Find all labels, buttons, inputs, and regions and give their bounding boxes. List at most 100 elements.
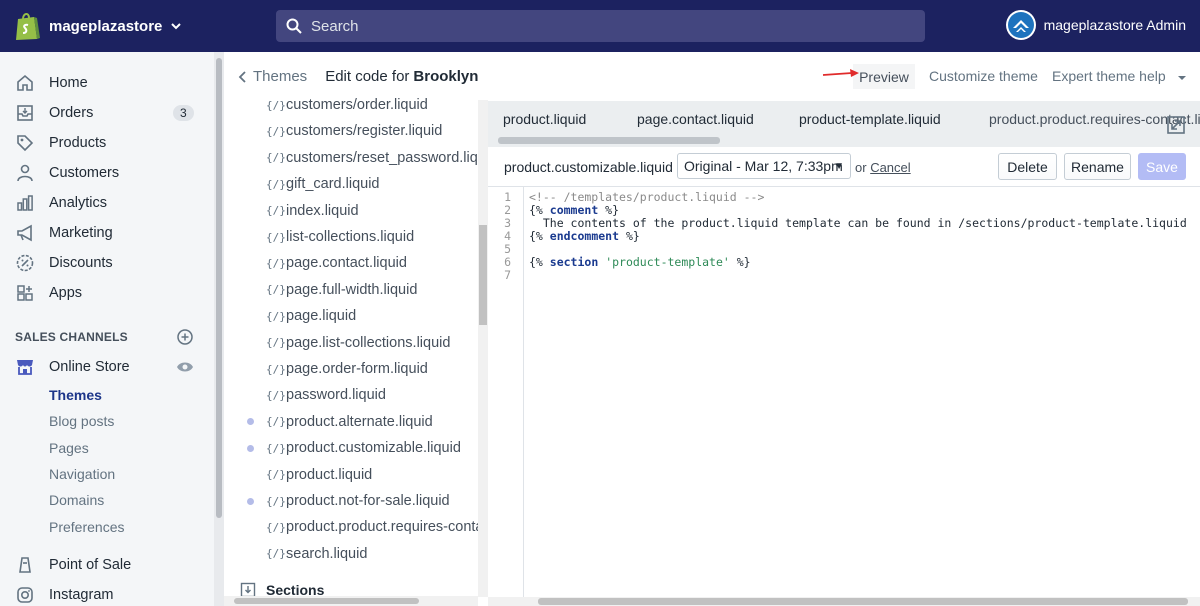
sidebar-item-apps[interactable]: Apps <box>0 278 214 308</box>
store-name: mageplazastore <box>49 17 163 35</box>
store-switcher[interactable]: mageplazastore <box>0 11 262 41</box>
or-cancel: or Cancel <box>855 160 911 175</box>
caret-down-icon <box>1177 76 1186 80</box>
liquid-file-icon: {/} <box>266 494 286 508</box>
sidebar-item-label: Instagram <box>49 586 114 603</box>
open-file-name: product.customizable.liquid <box>504 159 673 175</box>
cancel-link[interactable]: Cancel <box>870 160 910 175</box>
rename-button[interactable]: Rename <box>1064 153 1131 180</box>
tab-scrollbar[interactable] <box>488 136 1152 146</box>
sidebar-subitem-navigation[interactable]: Navigation <box>0 461 214 487</box>
tab-product-liquid[interactable]: product.liquid <box>503 111 586 127</box>
admin-name: mageplazastore Admin <box>1043 17 1186 33</box>
file-item[interactable]: {/} password.liquid <box>224 382 478 408</box>
liquid-file-icon: {/} <box>266 441 286 455</box>
file-item[interactable]: {/} customers/order.liquid <box>224 92 478 118</box>
file-item[interactable]: {/} list-collections.liquid <box>224 224 478 250</box>
sidebar: Home Orders 3 Products Customers Analyti… <box>0 52 214 606</box>
search-input[interactable]: Search <box>276 10 925 42</box>
file-item[interactable]: {/}product.product.requires-contact.liqu… <box>224 514 478 540</box>
store-icon <box>15 357 35 377</box>
red-arrow-annotation <box>822 69 859 77</box>
sidebar-subitem-domains[interactable]: Domains <box>0 487 214 513</box>
eye-icon[interactable] <box>176 360 194 374</box>
chevron-left-icon <box>238 70 246 83</box>
sidebar-item-home[interactable]: Home <box>0 68 214 98</box>
file-item[interactable]: {/} page.contact.liquid <box>224 250 478 276</box>
tab-page-contact-liquid[interactable]: page.contact.liquid <box>637 111 754 127</box>
sidebar-subitem-preferences[interactable]: Preferences <box>0 513 214 539</box>
sidebar-item-marketing[interactable]: Marketing <box>0 218 214 248</box>
file-name: page.list-collections.liquid <box>286 334 451 351</box>
page-title: Edit code for <box>325 68 410 85</box>
sidebar-scrollbar[interactable] <box>214 52 224 606</box>
code-line: {% section 'product-template' %} <box>529 255 751 269</box>
shopify-bag-icon <box>16 13 40 40</box>
delete-button[interactable]: Delete <box>998 153 1057 180</box>
sidebar-subitem-themes[interactable]: Themes <box>0 382 214 408</box>
preview-button[interactable]: Preview <box>853 64 915 89</box>
sidebar-item-label: Online Store <box>49 359 130 375</box>
file-name: customers/order.liquid <box>286 97 428 113</box>
add-channel-icon[interactable] <box>176 328 194 346</box>
sidebar-item-point-of-sale[interactable]: Point of Sale <box>0 550 214 580</box>
expand-editor-icon[interactable] <box>1165 114 1187 136</box>
save-button[interactable]: Save <box>1138 153 1186 180</box>
expert-help-label: Expert theme help <box>1052 68 1166 84</box>
sidebar-subitem-pages[interactable]: Pages <box>0 435 214 461</box>
tag-icon <box>15 133 35 153</box>
sidebar-item-online-store[interactable]: Online Store <box>0 352 214 382</box>
file-list-hscroll-thumb[interactable] <box>234 598 419 604</box>
tab-scroll-thumb[interactable] <box>498 137 720 144</box>
expert-theme-help-menu[interactable]: Expert theme help <box>1052 68 1186 84</box>
sidebar-scroll-thumb[interactable] <box>216 58 222 518</box>
code-editor[interactable]: <!-- /templates/product.liquid --> {% co… <box>524 187 1200 597</box>
breadcrumb: Themes Edit code for Brooklyn <box>238 68 478 85</box>
file-item[interactable]: {/} page.full-width.liquid <box>224 277 478 303</box>
file-name: page.contact.liquid <box>286 255 407 272</box>
file-list-scrollbar[interactable] <box>478 100 488 597</box>
apps-icon <box>15 283 35 303</box>
sidebar-item-products[interactable]: Products <box>0 128 214 158</box>
liquid-file-icon: {/} <box>266 230 286 244</box>
editor-hscrollbar[interactable] <box>488 597 1200 606</box>
file-item[interactable]: {/} page.list-collections.liquid <box>224 330 478 356</box>
file-item[interactable]: {/} gift_card.liquid <box>224 171 478 197</box>
orders-count-badge: 3 <box>173 105 194 121</box>
customize-theme-link[interactable]: Customize theme <box>929 68 1038 84</box>
top-bar: mageplazastore Search mageplazastore Adm… <box>0 0 1200 52</box>
search-placeholder: Search <box>311 17 359 35</box>
file-item[interactable]: {/} product.alternate.liquid <box>224 409 478 435</box>
file-name: product.product.requires-contact.liquid <box>286 519 478 536</box>
file-item[interactable]: {/} search.liquid <box>224 541 478 567</box>
sidebar-item-orders[interactable]: Orders 3 <box>0 98 214 128</box>
file-item[interactable]: {/} product.not-for-sale.liquid <box>224 488 478 514</box>
editor-hscroll-thumb[interactable] <box>538 598 1188 605</box>
file-name: list-collections.liquid <box>286 229 415 245</box>
modified-dot-icon <box>247 418 254 426</box>
file-item[interactable]: {/} page.order-form.liquid <box>224 356 478 382</box>
sidebar-item-customers[interactable]: Customers <box>0 158 214 188</box>
theme-name: Brooklyn <box>413 68 479 85</box>
sidebar-item-discounts[interactable]: Discounts <box>0 248 214 278</box>
version-select[interactable]: Original - Mar 12, 7:33pm ▼ <box>677 153 851 179</box>
pos-icon <box>15 555 35 575</box>
sidebar-item-instagram[interactable]: Instagram <box>0 580 214 606</box>
liquid-file-icon: {/} <box>266 283 286 297</box>
file-item[interactable]: {/} page.liquid <box>224 303 478 329</box>
file-item[interactable]: {/} customers/register.liquid <box>224 118 478 144</box>
tab-product-template-liquid[interactable]: product-template.liquid <box>799 111 941 127</box>
account-menu[interactable]: mageplazastore Admin <box>1005 10 1186 40</box>
sidebar-subitem-blog-posts[interactable]: Blog posts <box>0 408 214 434</box>
file-list-scroll-thumb[interactable] <box>479 225 487 325</box>
back-to-themes-link[interactable]: Themes <box>238 68 307 85</box>
file-item[interactable]: {/} product.customizable.liquid <box>224 435 478 461</box>
file-item[interactable]: {/} index.liquid <box>224 198 478 224</box>
file-item[interactable]: {/} customers/reset_password.liquid <box>224 145 478 171</box>
sidebar-item-analytics[interactable]: Analytics <box>0 188 214 218</box>
megaphone-icon <box>15 223 35 243</box>
discount-icon <box>15 253 35 273</box>
file-item[interactable]: {/} product.liquid <box>224 462 478 488</box>
caret-down-icon: ▼ <box>834 160 844 172</box>
file-list-hscrollbar[interactable] <box>224 596 478 606</box>
